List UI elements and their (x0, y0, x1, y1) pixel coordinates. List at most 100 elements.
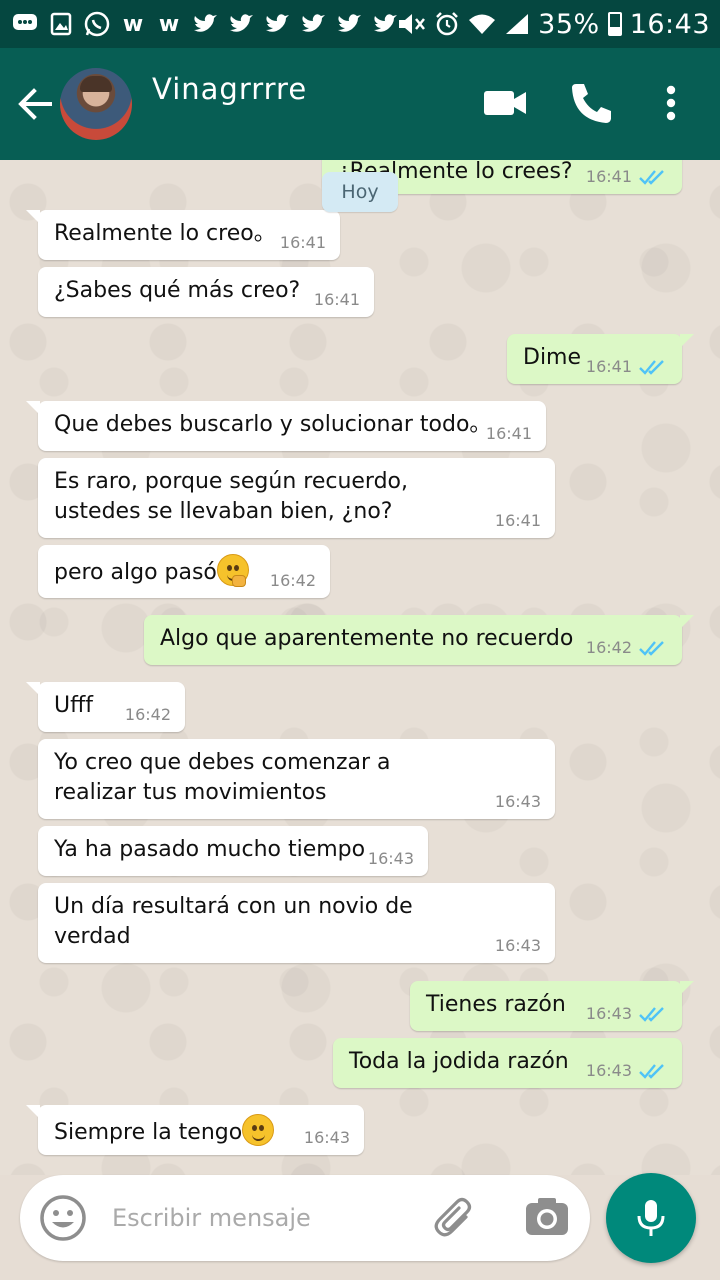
message-time: 16:42 (124, 705, 171, 724)
whatsapp-icon (82, 9, 112, 39)
outgoing-message[interactable]: Tienes razón 16:43 (410, 981, 694, 1031)
chat-header: Vinagrrrre (0, 48, 720, 160)
message-meta: 16:41 (314, 290, 360, 310)
message-text: Algo que aparentemente no recuerdo (160, 626, 574, 651)
twitter-icon (226, 9, 256, 39)
back-button[interactable] (14, 82, 58, 126)
message-time: 16:41 (494, 511, 541, 530)
message-meta: 16:43 (368, 849, 414, 869)
video-call-button[interactable] (480, 78, 530, 128)
slightly-smiling-face-emoji (242, 1114, 275, 1146)
incoming-message[interactable]: Que debes buscarlo y solucionar todo。 16:… (26, 401, 546, 451)
message-meta: 16:41 (280, 233, 326, 253)
notification-icons: w w (10, 7, 400, 41)
message-meta: 16:43 (304, 1128, 350, 1148)
incoming-message[interactable]: Realmente lo creo。 16:41 (26, 210, 340, 260)
voice-call-button[interactable] (566, 78, 616, 128)
message-meta: 16:41 (495, 511, 541, 531)
back-arrow-icon (18, 88, 52, 120)
incoming-message[interactable]: pero algo pasó 16:42 (38, 545, 330, 598)
chat-bubble-icon (10, 9, 40, 39)
incoming-message[interactable]: Ya ha pasado mucho tiempo 16:43 (38, 826, 428, 876)
outgoing-message[interactable]: Toda la jodida razón 16:43 (333, 1038, 682, 1088)
outgoing-message[interactable]: Algo que aparentemente no recuerdo 16:42 (144, 615, 694, 665)
twitter-icon (262, 9, 292, 39)
message-time: 16:41 (313, 290, 360, 309)
smiley-icon (40, 1195, 86, 1241)
more-options-button[interactable] (646, 78, 696, 128)
message-text: Es raro, porque según recuerdo, ustedes … (54, 469, 408, 524)
read-ticks-icon (639, 360, 664, 375)
twitter-icon (190, 9, 220, 39)
composer-bar (0, 1173, 720, 1280)
voice-record-button[interactable] (606, 1173, 696, 1263)
message-input[interactable] (110, 1195, 414, 1241)
video-call-icon (484, 91, 526, 115)
message-meta: 16:41 (586, 167, 668, 187)
message-time: 16:43 (494, 792, 541, 811)
w-icon: w (122, 11, 144, 37)
incoming-message[interactable]: Yo creo que debes comenzar a realizar tu… (38, 739, 555, 819)
message-time: 16:43 (367, 849, 414, 868)
incoming-message[interactable]: Es raro, porque según recuerdo, ustedes … (38, 458, 555, 538)
incoming-message[interactable]: ¿Sabes qué más creo? 16:41 (38, 267, 374, 317)
message-text: Que debes buscarlo y solucionar todo。 (54, 412, 492, 437)
twitter-icon (334, 9, 364, 39)
signal-icon (506, 14, 529, 34)
message-meta: 16:43 (586, 1061, 668, 1081)
camera-button[interactable] (520, 1191, 574, 1245)
message-text: Un día resultará con un novio de verdad (54, 894, 413, 949)
read-ticks-icon (639, 1007, 664, 1022)
message-time: 16:42 (585, 638, 632, 657)
incoming-message[interactable]: Ufff 16:42 (26, 682, 185, 732)
paperclip-icon (434, 1197, 472, 1237)
message-time: 16:42 (269, 571, 316, 590)
thinking-face-emoji (216, 554, 249, 587)
message-text: Realmente lo creo。 (54, 221, 276, 246)
message-meta: 16:43 (586, 1004, 668, 1024)
message-time: 16:41 (279, 233, 326, 252)
message-list[interactable]: ¿Realmente lo crees? 16:41 Realmente lo cr… (0, 160, 720, 1175)
w-icon: w (158, 11, 180, 37)
emoji-button[interactable] (38, 1193, 88, 1243)
message-text: Ufff (54, 693, 94, 718)
message-text: Ya ha pasado mucho tiempo (54, 837, 366, 862)
composer-field (20, 1175, 590, 1261)
message-text: Dime (523, 345, 582, 370)
status-bar: w w 35% 16:43 (0, 0, 720, 48)
contact-avatar[interactable] (60, 68, 132, 140)
message-meta: 16:42 (586, 638, 668, 658)
message-time: 16:43 (494, 936, 541, 955)
message-meta: 16:43 (495, 792, 541, 812)
message-meta: 16:41 (586, 357, 668, 377)
mute-icon (399, 14, 426, 34)
message-time: 16:43 (585, 1061, 632, 1080)
message-text: ¿Sabes qué más creo? (54, 278, 301, 303)
microphone-icon (637, 1200, 665, 1236)
message-meta: 16:43 (495, 936, 541, 956)
message-text: Tienes razón (426, 992, 566, 1017)
outgoing-message[interactable]: Dime 16:41 (507, 334, 694, 384)
twitter-icon (298, 9, 328, 39)
alarm-icon (436, 12, 459, 36)
message-time: 16:41 (485, 424, 532, 443)
message-time: 16:41 (585, 167, 632, 186)
camera-icon (526, 1198, 568, 1235)
message-time: 16:43 (585, 1004, 632, 1023)
message-text: Yo creo que debes comenzar a realizar tu… (54, 750, 391, 805)
clock: 16:43 (629, 8, 710, 40)
message-meta: 16:42 (270, 571, 316, 591)
attach-button[interactable] (430, 1193, 480, 1243)
message-text: Siempre la tengo (54, 1120, 243, 1145)
message-meta: 16:41 (486, 424, 532, 444)
message-time: 16:41 (585, 357, 632, 376)
more-vert-icon (666, 85, 676, 121)
incoming-message[interactable]: Un día resultará con un novio de verdad 1… (38, 883, 555, 963)
contact-name[interactable]: Vinagrrrre (152, 72, 307, 106)
battery-icon (607, 12, 622, 36)
read-ticks-icon (639, 1064, 664, 1079)
wifi-icon (469, 14, 496, 34)
message-text: Toda la jodida razón (349, 1049, 569, 1074)
message-text: pero algo pasó (54, 560, 217, 585)
incoming-message[interactable]: Siempre la tengo 16:43 (26, 1105, 364, 1155)
